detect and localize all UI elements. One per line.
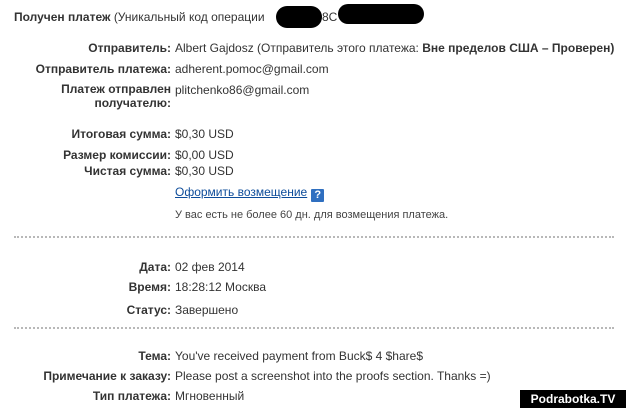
subject-value: You've received payment from Buck$ 4 $ha… [175, 349, 423, 363]
fee-value: $0,00 USD [175, 148, 234, 162]
sender-value: Albert Gajdosz (Отправитель этого платеж… [175, 41, 419, 55]
sender-label: Отправитель: [88, 41, 171, 55]
refund-link[interactable]: Оформить возмещение [175, 185, 307, 199]
subject-row: Тема: You've received payment from Buck$… [0, 348, 626, 364]
payer-email-value: adherent.pomoc@gmail.com [175, 62, 329, 76]
time-value: 18:28:12 Москва [175, 280, 267, 294]
time-row: Время: 18:28:12 Москва [0, 279, 626, 295]
total-row: Итоговая сумма: $0,30 USD [0, 126, 626, 142]
total-value: $0,30 USD [175, 127, 234, 141]
date-label: Дата: [139, 260, 171, 274]
watermark: Podrabotka.TV [520, 390, 626, 408]
help-icon[interactable]: ? [311, 189, 325, 202]
order-note-row: Примечание к заказу: Please post a scree… [0, 368, 626, 384]
date-row: Дата: 02 фев 2014 [0, 259, 626, 275]
sent-to-value: plitchenko86@gmail.com [175, 83, 310, 97]
fee-label: Размер комиссии: [63, 148, 171, 162]
date-value: 02 фев 2014 [175, 260, 245, 274]
sent-to-label: Платеж отправлен получателю: [61, 82, 171, 110]
refund-row: Оформить возмещение? [0, 184, 626, 202]
order-note-value: Please post a screenshot into the proofs… [175, 369, 491, 383]
transaction-id-fragment: 8C [322, 10, 338, 24]
transaction-header: Получен платеж (Уникальный код операции [14, 10, 265, 24]
sender-row: Отправитель: Albert Gajdosz (Отправитель… [0, 40, 626, 56]
subject-label: Тема: [138, 349, 171, 363]
status-label: Статус: [126, 303, 171, 317]
net-label: Чистая сумма: [84, 164, 171, 178]
sender-status: Вне пределов США – Проверен) [422, 41, 615, 55]
divider [14, 236, 614, 238]
fee-row: Размер комиссии: $0,00 USD [0, 147, 626, 163]
divider [14, 327, 614, 329]
transaction-id-label: (Уникальный код операции [113, 10, 265, 24]
payment-type-value: Мгновенный [175, 389, 245, 403]
order-note-label: Примечание к заказу: [43, 369, 171, 383]
net-value: $0,30 USD [175, 164, 234, 178]
sent-to-row: Платеж отправлен получателю: plitchenko8… [0, 82, 626, 114]
payer-email-label: Отправитель платежа: [35, 62, 171, 76]
status-row: Статус: Завершено [0, 302, 626, 318]
page-title: Получен платеж [14, 10, 111, 24]
refund-note: У вас есть не более 60 дн. для возмещени… [175, 209, 449, 221]
net-row: Чистая сумма: $0,30 USD [0, 163, 626, 179]
redaction-mark [276, 6, 322, 28]
time-label: Время: [128, 280, 171, 294]
payment-type-label: Тип платежа: [92, 389, 171, 403]
total-label: Итоговая сумма: [71, 127, 171, 141]
status-value: Завершено [175, 303, 239, 317]
redaction-mark [338, 4, 424, 24]
payer-email-row: Отправитель платежа: adherent.pomoc@gmai… [0, 61, 626, 77]
